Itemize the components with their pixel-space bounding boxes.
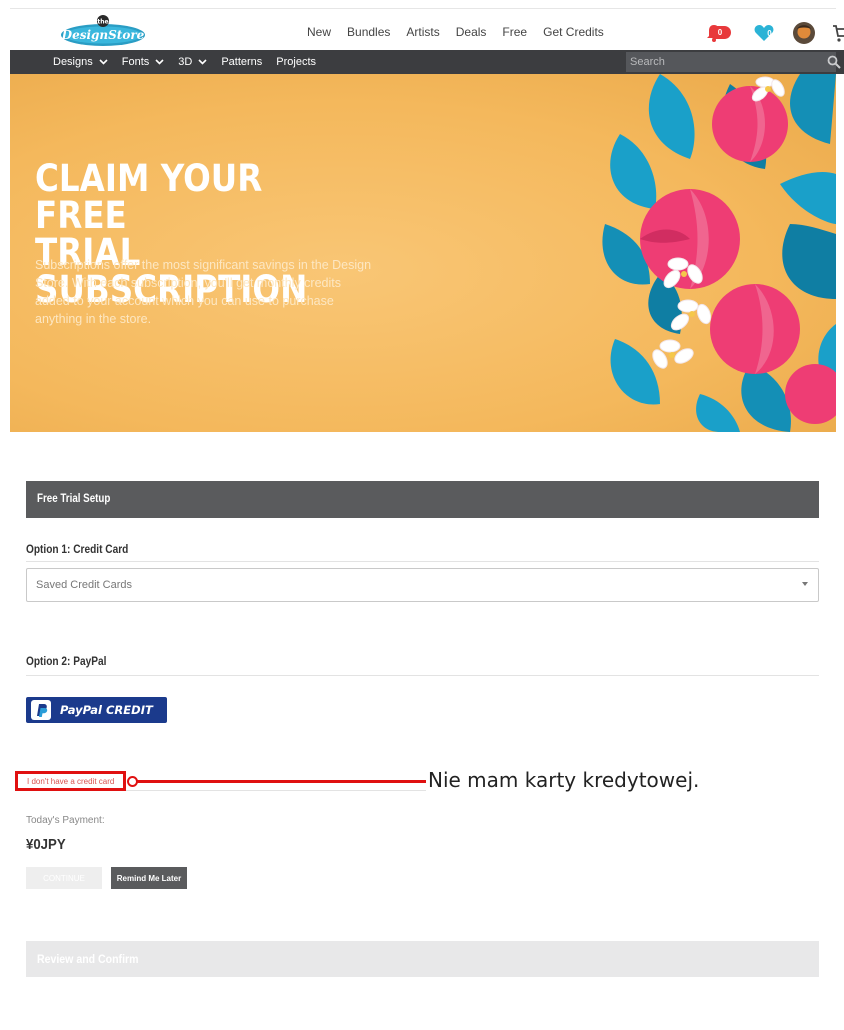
chevron-down-icon [99,59,108,65]
category-designs[interactable]: Designs [53,56,108,68]
paypal-icon [31,700,51,720]
continue-button[interactable]: CONTINUE [26,867,102,889]
category-projects-label: Projects [276,56,317,68]
annotation-text: Nie mam karty kredytowej. [428,768,700,792]
account-button[interactable] [792,21,816,45]
saved-credit-cards-select[interactable]: Saved Credit Cards [26,568,819,602]
review-and-confirm-header: Review and Confirm [26,941,819,977]
saved-credit-cards-value: Saved Credit Cards [36,579,132,591]
notifications-button[interactable]: 0 [702,21,731,45]
top-nav: New Bundles Artists Deals Free Get Credi… [307,25,620,39]
option1-label: Option 1: Credit Card [26,544,129,556]
category-3d-label: 3D [178,56,193,68]
category-patterns[interactable]: Patterns [221,56,262,68]
annotation-line [129,780,426,783]
category-fonts-label: Fonts [121,56,150,68]
todays-payment-value: ¥0JPY [26,836,66,853]
nav-new[interactable]: New [307,25,331,39]
search-icon[interactable] [827,55,841,69]
design-store-logo[interactable]: DesignStore the [60,15,146,47]
cart-icon [833,25,844,42]
paper-flowers-illustration [602,74,836,432]
top-bar: DesignStore the New Bundles Artists Deal… [10,8,844,50]
logo-main-text: DesignStore [61,28,145,42]
paypal-credit-label: PayPal CREDIT [60,703,153,717]
avatar-icon [793,22,815,44]
nav-deals[interactable]: Deals [456,25,487,39]
notifications-badge: 0 [709,26,731,39]
chevron-down-icon [198,59,207,65]
hero-banner: CLAIM YOUR FREE TRIAL SUBSCRIPTION Subsc… [10,74,836,432]
hero-title-line1: CLAIM YOUR FREE [35,157,263,237]
search-input[interactable] [626,52,836,72]
category-3d[interactable]: 3D [178,56,207,68]
nav-free[interactable]: Free [502,25,527,39]
logo-top-text: the [97,19,108,26]
nav-bundles[interactable]: Bundles [347,25,390,39]
category-designs-label: Designs [53,56,93,68]
category-nav-bar: Designs Fonts 3D Patterns Projects [10,50,844,74]
cart-button[interactable]: 0 [830,21,844,45]
divider [126,790,426,791]
favorites-badge: 0 [767,29,772,38]
review-and-confirm-title: Review and Confirm [37,952,139,966]
remind-me-later-button[interactable]: Remind Me Later [111,867,187,889]
divider [26,675,819,676]
free-trial-setup-header: Free Trial Setup [26,481,819,518]
category-fonts[interactable]: Fonts [122,56,165,68]
hero-description: Subscriptions offer the most significant… [35,258,372,326]
free-trial-setup-title: Free Trial Setup [37,493,111,505]
chevron-down-icon [155,59,164,65]
annotation-dot [127,776,138,787]
category-projects[interactable]: Projects [276,56,316,68]
category-patterns-label: Patterns [221,56,263,68]
caret-down-icon [802,582,808,586]
favorites-button[interactable]: 0 [752,21,776,45]
option2-label: Option 2: PayPal [26,656,107,668]
category-nav: Designs Fonts 3D Patterns Projects [53,50,330,74]
nav-artists[interactable]: Artists [406,25,439,39]
no-credit-card-link[interactable]: I don't have a credit card [15,771,126,791]
user-toolbar: 0 0 0 [702,21,844,45]
nav-get-credits[interactable]: Get Credits [543,25,604,39]
todays-payment-label: Today's Payment: [26,815,105,826]
paypal-credit-button[interactable]: PayPal CREDIT [26,697,167,723]
divider [26,561,819,562]
